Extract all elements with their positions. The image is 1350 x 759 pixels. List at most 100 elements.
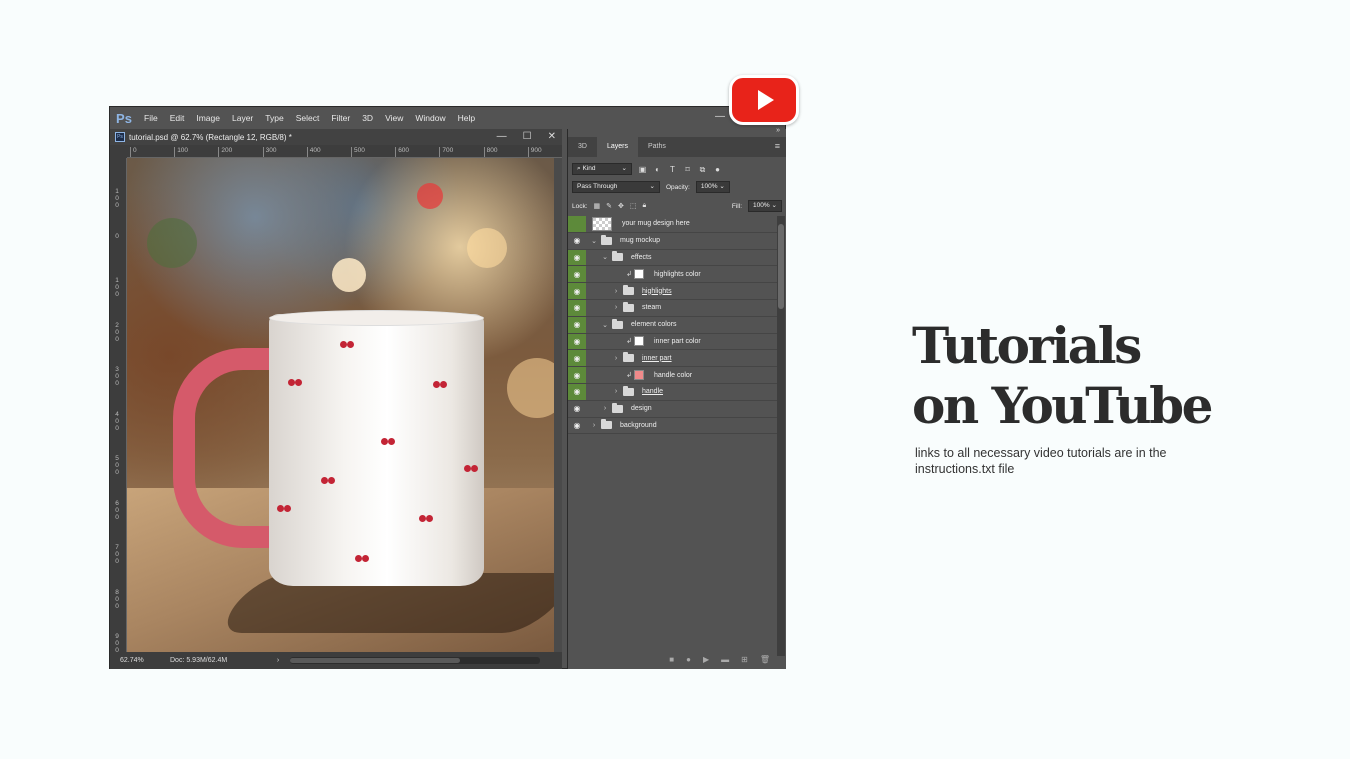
lock-position-icon[interactable]: ✥ bbox=[618, 202, 624, 210]
new-layer-icon[interactable]: ⊞ bbox=[741, 655, 748, 664]
document-tab[interactable]: Ps tutorial.psd @ 62.7% (Rectangle 12, R… bbox=[110, 132, 292, 142]
menu-window[interactable]: Window bbox=[409, 113, 451, 123]
zoom-level[interactable]: 62.74% bbox=[110, 657, 170, 664]
collapse-panel-icon[interactable]: » bbox=[776, 127, 780, 134]
blend-mode-value: Pass Through bbox=[577, 183, 618, 190]
visibility-eye-icon[interactable]: ◉ bbox=[568, 283, 586, 299]
opacity-field[interactable]: 100% ⌄ bbox=[695, 181, 730, 193]
ruler-vertical[interactable]: 1 0 0 0 1 0 0 2 0 0 3 0 0 4 0 0 5 0 0 6 0 0 7 0 … bbox=[110, 158, 127, 654]
ruler-horizontal[interactable]: 0 100 200 300 400 500 600 700 800 900 bbox=[127, 145, 562, 158]
visibility-eye-icon[interactable]: ◉ bbox=[568, 233, 586, 249]
new-group-icon[interactable]: ▬ bbox=[721, 655, 729, 664]
panel-menu-icon[interactable]: ≡ bbox=[775, 141, 780, 151]
menu-3d[interactable]: 3D bbox=[356, 113, 379, 123]
tab-3d[interactable]: 3D bbox=[568, 137, 597, 157]
layer-row[interactable]: ◉ ⌄ effects bbox=[568, 249, 778, 267]
menu-file[interactable]: File bbox=[138, 113, 164, 123]
layer-row[interactable]: ◉ › background bbox=[568, 418, 778, 435]
ruler-tick-label: 400 bbox=[306, 147, 321, 157]
horizontal-scrollbar[interactable] bbox=[290, 657, 540, 664]
menu-edit[interactable]: Edit bbox=[164, 113, 191, 123]
scrollbar-thumb[interactable] bbox=[778, 224, 784, 309]
menu-type[interactable]: Type bbox=[259, 113, 289, 123]
type-filter-icon[interactable]: T bbox=[668, 165, 677, 174]
doc-close-icon[interactable]: ✕ bbox=[548, 129, 556, 145]
menu-filter[interactable]: Filter bbox=[325, 113, 356, 123]
folder-icon bbox=[623, 385, 634, 396]
layer-row[interactable]: ◉ ↲ handle color bbox=[568, 367, 778, 384]
layer-row[interactable]: ◉ › steam bbox=[568, 299, 778, 317]
layer-row[interactable]: ◉ ⌄ element colors bbox=[568, 316, 778, 334]
visibility-eye-icon[interactable]: ◉ bbox=[568, 333, 586, 350]
blend-mode-select[interactable]: Pass Through ⌄ bbox=[572, 181, 660, 193]
adjustment-filter-icon[interactable]: ◐ bbox=[653, 165, 662, 174]
scrollbar-thumb[interactable] bbox=[290, 658, 460, 663]
color-swatch[interactable] bbox=[634, 269, 644, 280]
layer-row[interactable]: ◉ › handle bbox=[568, 383, 778, 401]
layer-row[interactable]: ◉ › design bbox=[568, 401, 778, 418]
ruler-tick-label: 1 0 0 bbox=[115, 277, 119, 298]
filter-toggle-icon[interactable]: ● bbox=[713, 165, 722, 174]
fill-field[interactable]: 100% ⌄ bbox=[748, 200, 782, 212]
chevron-right-icon[interactable]: › bbox=[612, 288, 620, 295]
chevron-down-icon[interactable]: ⌄ bbox=[601, 321, 609, 329]
tab-paths[interactable]: Paths bbox=[638, 137, 676, 157]
doc-maximize-icon[interactable]: ☐ bbox=[523, 129, 532, 145]
lock-artboard-icon[interactable]: ⬚ bbox=[630, 202, 637, 210]
lock-transparency-icon[interactable]: ▦ bbox=[594, 202, 601, 210]
ruler-tick-label: 5 0 0 bbox=[115, 455, 119, 476]
kind-filter-select[interactable]: ⌕ Kind ⌄ bbox=[572, 163, 632, 175]
delete-layer-icon[interactable]: 🗑︎ bbox=[760, 655, 770, 664]
folder-icon bbox=[612, 318, 623, 329]
chevron-right-icon[interactable]: › bbox=[612, 355, 620, 362]
lock-all-icon[interactable]: 🔒︎ bbox=[643, 202, 647, 210]
menu-layer[interactable]: Layer bbox=[226, 113, 259, 123]
menu-view[interactable]: View bbox=[379, 113, 409, 123]
status-menu-arrow[interactable]: › bbox=[270, 657, 286, 664]
visibility-eye-icon[interactable]: ◉ bbox=[568, 316, 586, 333]
kind-label: Kind bbox=[582, 165, 596, 172]
chevron-right-icon[interactable]: › bbox=[590, 422, 598, 429]
canvas[interactable] bbox=[127, 158, 562, 652]
visibility-eye-icon[interactable] bbox=[568, 216, 586, 232]
visibility-eye-icon[interactable]: ◉ bbox=[568, 401, 586, 417]
minimize-icon[interactable]: — bbox=[715, 111, 725, 122]
chevron-down-icon[interactable]: ⌄ bbox=[601, 253, 609, 261]
adjustment-layer-icon[interactable]: ▶ bbox=[703, 655, 709, 664]
layer-row[interactable]: your mug design here bbox=[568, 216, 778, 233]
tab-layers[interactable]: Layers bbox=[596, 137, 638, 157]
visibility-eye-icon[interactable]: ◉ bbox=[568, 266, 586, 283]
doc-minimize-icon[interactable]: — bbox=[497, 129, 507, 145]
chevron-down-icon[interactable]: ⌄ bbox=[590, 237, 598, 245]
chevron-right-icon[interactable]: › bbox=[612, 304, 620, 311]
layer-row[interactable]: ◉ ⌄ mug mockup bbox=[568, 233, 778, 250]
add-mask-icon[interactable]: ● bbox=[686, 655, 691, 664]
color-swatch[interactable] bbox=[634, 370, 644, 381]
layers-scrollbar[interactable] bbox=[777, 216, 785, 656]
smart-object-filter-icon[interactable]: ⧉ bbox=[698, 165, 707, 174]
lock-pixels-icon[interactable]: ✎ bbox=[606, 202, 612, 210]
visibility-eye-icon[interactable]: ◉ bbox=[568, 249, 586, 266]
visibility-eye-icon[interactable]: ◉ bbox=[568, 418, 586, 434]
layer-name: steam bbox=[642, 304, 662, 312]
visibility-eye-icon[interactable]: ◉ bbox=[568, 367, 586, 383]
ruler-tick-label: 500 bbox=[351, 147, 365, 157]
add-style-icon[interactable]: ■ bbox=[669, 655, 674, 664]
menu-help[interactable]: Help bbox=[452, 113, 481, 123]
menu-select[interactable]: Select bbox=[290, 113, 326, 123]
chevron-right-icon[interactable]: › bbox=[612, 388, 620, 395]
color-swatch[interactable] bbox=[634, 336, 644, 347]
layer-row[interactable]: ◉ ↲ highlights color bbox=[568, 266, 778, 284]
layer-row[interactable]: ◉ ↲ inner part color bbox=[568, 333, 778, 351]
visibility-eye-icon[interactable]: ◉ bbox=[568, 299, 586, 316]
visibility-eye-icon[interactable]: ◉ bbox=[568, 383, 586, 400]
pixel-filter-icon[interactable]: ▣ bbox=[638, 165, 647, 174]
menu-image[interactable]: Image bbox=[190, 113, 226, 123]
smart-object-thumbnail[interactable] bbox=[592, 216, 612, 231]
visibility-eye-icon[interactable]: ◉ bbox=[568, 350, 586, 367]
layer-row[interactable]: ◉ › highlights bbox=[568, 283, 778, 300]
chevron-right-icon[interactable]: › bbox=[601, 405, 609, 412]
shape-filter-icon[interactable]: ⌑ bbox=[683, 165, 692, 174]
ruler-tick-label: 0 bbox=[115, 232, 119, 240]
layer-row[interactable]: ◉ › inner part bbox=[568, 350, 778, 368]
